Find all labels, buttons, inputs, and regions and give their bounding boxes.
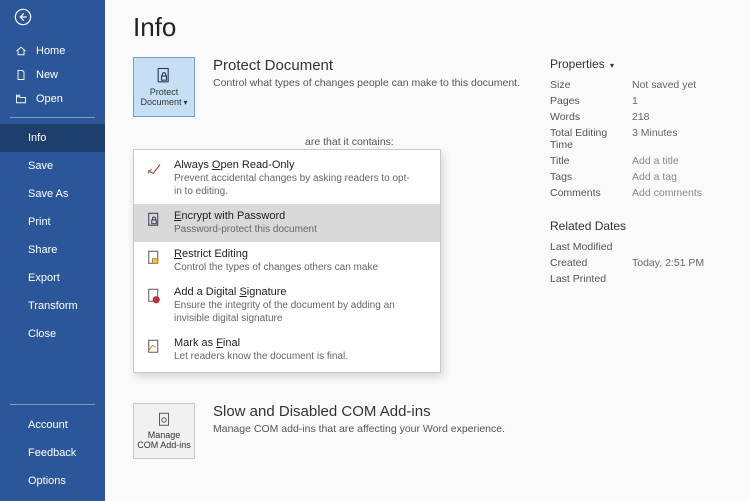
property-key: Size — [550, 79, 632, 91]
tile-label: Manage COM Add-ins — [134, 431, 194, 451]
property-row: TitleAdd a title — [550, 153, 730, 169]
property-value[interactable]: Add comments — [632, 187, 702, 199]
menu-item[interactable]: Always Open Read-OnlyPrevent accidental … — [134, 153, 440, 204]
chevron-down-icon: ▾ — [184, 98, 188, 107]
property-row: Total Editing Time3 Minutes — [550, 125, 730, 153]
property-key: Last Modified — [550, 241, 632, 253]
property-key: Words — [550, 111, 632, 123]
sidebar-item-account[interactable]: Account — [0, 411, 105, 439]
protect-document-tile[interactable]: Protect Document▾ — [133, 57, 195, 117]
signature-icon — [144, 286, 164, 325]
sidebar-item-save-as[interactable]: Save As — [0, 180, 105, 208]
menu-item[interactable]: Add a Digital SignatureEnsure the integr… — [134, 280, 440, 331]
related-date-row: Last Printed — [550, 271, 730, 287]
property-key: Created — [550, 257, 632, 269]
menu-item-sub: Password-protect this document — [174, 223, 317, 236]
addins-sub: Manage COM add-ins that are affecting yo… — [213, 423, 505, 435]
sidebar-item-share[interactable]: Share — [0, 236, 105, 264]
menu-item-title: Add a Digital Signature — [174, 286, 414, 298]
sidebar-item-home[interactable]: Home — [0, 39, 105, 63]
menu-item-title: Always Open Read-Only — [174, 159, 414, 171]
sidebar-item-print[interactable]: Print — [0, 208, 105, 236]
property-key: Last Printed — [550, 273, 632, 285]
encrypt-icon — [144, 210, 164, 236]
sidebar-item-options[interactable]: Options — [0, 467, 105, 495]
open-icon — [14, 93, 28, 105]
home-icon — [14, 45, 28, 57]
property-value: Not saved yet — [632, 79, 696, 91]
menu-item-title: Restrict Editing — [174, 248, 378, 260]
property-row: Words218 — [550, 109, 730, 125]
menu-item-sub: Control the types of changes others can … — [174, 261, 378, 274]
page-title: Info — [133, 12, 730, 43]
property-key: Comments — [550, 187, 632, 199]
properties-heading[interactable]: Properties ▾ — [550, 57, 730, 71]
back-arrow-icon — [14, 8, 32, 26]
read-only-icon — [144, 159, 164, 198]
related-date-row: Last Modified — [550, 239, 730, 255]
property-row: TagsAdd a tag — [550, 169, 730, 185]
lock-doc-icon — [154, 66, 174, 86]
property-row: Pages1 — [550, 93, 730, 109]
menu-item-sub: Prevent accidental changes by asking rea… — [174, 172, 414, 198]
property-key: Tags — [550, 171, 632, 183]
property-value[interactable]: Add a title — [632, 155, 679, 167]
properties-panel: Properties ▾ SizeNot saved yetPages1Word… — [550, 57, 730, 287]
sidebar-item-open[interactable]: Open — [0, 87, 105, 111]
property-key: Total Editing Time — [550, 127, 632, 151]
protect-document-menu: Always Open Read-OnlyPrevent accidental … — [133, 149, 441, 373]
sidebar-label: Open — [36, 93, 63, 105]
menu-item[interactable]: Encrypt with PasswordPassword-protect th… — [134, 204, 440, 242]
sidebar-item-save[interactable]: Save — [0, 152, 105, 180]
property-key: Title — [550, 155, 632, 167]
menu-item[interactable]: Restrict EditingControl the types of cha… — [134, 242, 440, 280]
menu-item-title: Mark as Final — [174, 337, 348, 349]
sidebar-label: Home — [36, 45, 65, 57]
backstage-sidebar: Home New Open Info Save Save As Print Sh… — [0, 0, 105, 501]
property-row: CommentsAdd comments — [550, 185, 730, 201]
main-content: Info Protect Document▾ Protect Document … — [105, 0, 750, 501]
gear-doc-icon — [155, 411, 173, 429]
tile-label: Protect Document▾ — [134, 88, 194, 108]
divider — [10, 117, 95, 118]
property-value[interactable]: Add a tag — [632, 171, 677, 183]
menu-item-sub: Let readers know the document is final. — [174, 350, 348, 363]
sidebar-item-new[interactable]: New — [0, 63, 105, 87]
related-dates-heading: Related Dates — [550, 219, 730, 233]
sidebar-item-transform[interactable]: Transform — [0, 292, 105, 320]
property-value: 218 — [632, 111, 650, 123]
addins-title: Slow and Disabled COM Add-ins — [213, 403, 505, 420]
sidebar-item-export[interactable]: Export — [0, 264, 105, 292]
sidebar-item-close[interactable]: Close — [0, 320, 105, 348]
back-button[interactable] — [0, 0, 105, 35]
property-value: 1 — [632, 95, 638, 107]
property-value: Today, 2:51 PM — [632, 257, 704, 269]
new-icon — [14, 69, 28, 81]
property-row: SizeNot saved yet — [550, 77, 730, 93]
property-key: Pages — [550, 95, 632, 107]
menu-item-sub: Ensure the integrity of the document by … — [174, 299, 414, 325]
menu-item[interactable]: Mark as FinalLet readers know the docume… — [134, 331, 440, 369]
property-value: 3 Minutes — [632, 127, 678, 151]
protect-title: Protect Document — [213, 57, 532, 74]
final-icon — [144, 337, 164, 363]
restrict-icon — [144, 248, 164, 274]
related-date-row: CreatedToday, 2:51 PM — [550, 255, 730, 271]
protect-sub: Control what types of changes people can… — [213, 77, 532, 89]
manage-com-addins-tile[interactable]: Manage COM Add-ins — [133, 403, 195, 459]
menu-item-title: Encrypt with Password — [174, 210, 317, 222]
sidebar-item-feedback[interactable]: Feedback — [0, 439, 105, 467]
chevron-down-icon: ▾ — [610, 61, 614, 70]
sidebar-item-info[interactable]: Info — [0, 124, 105, 152]
divider — [10, 404, 95, 405]
sidebar-label: New — [36, 69, 58, 81]
